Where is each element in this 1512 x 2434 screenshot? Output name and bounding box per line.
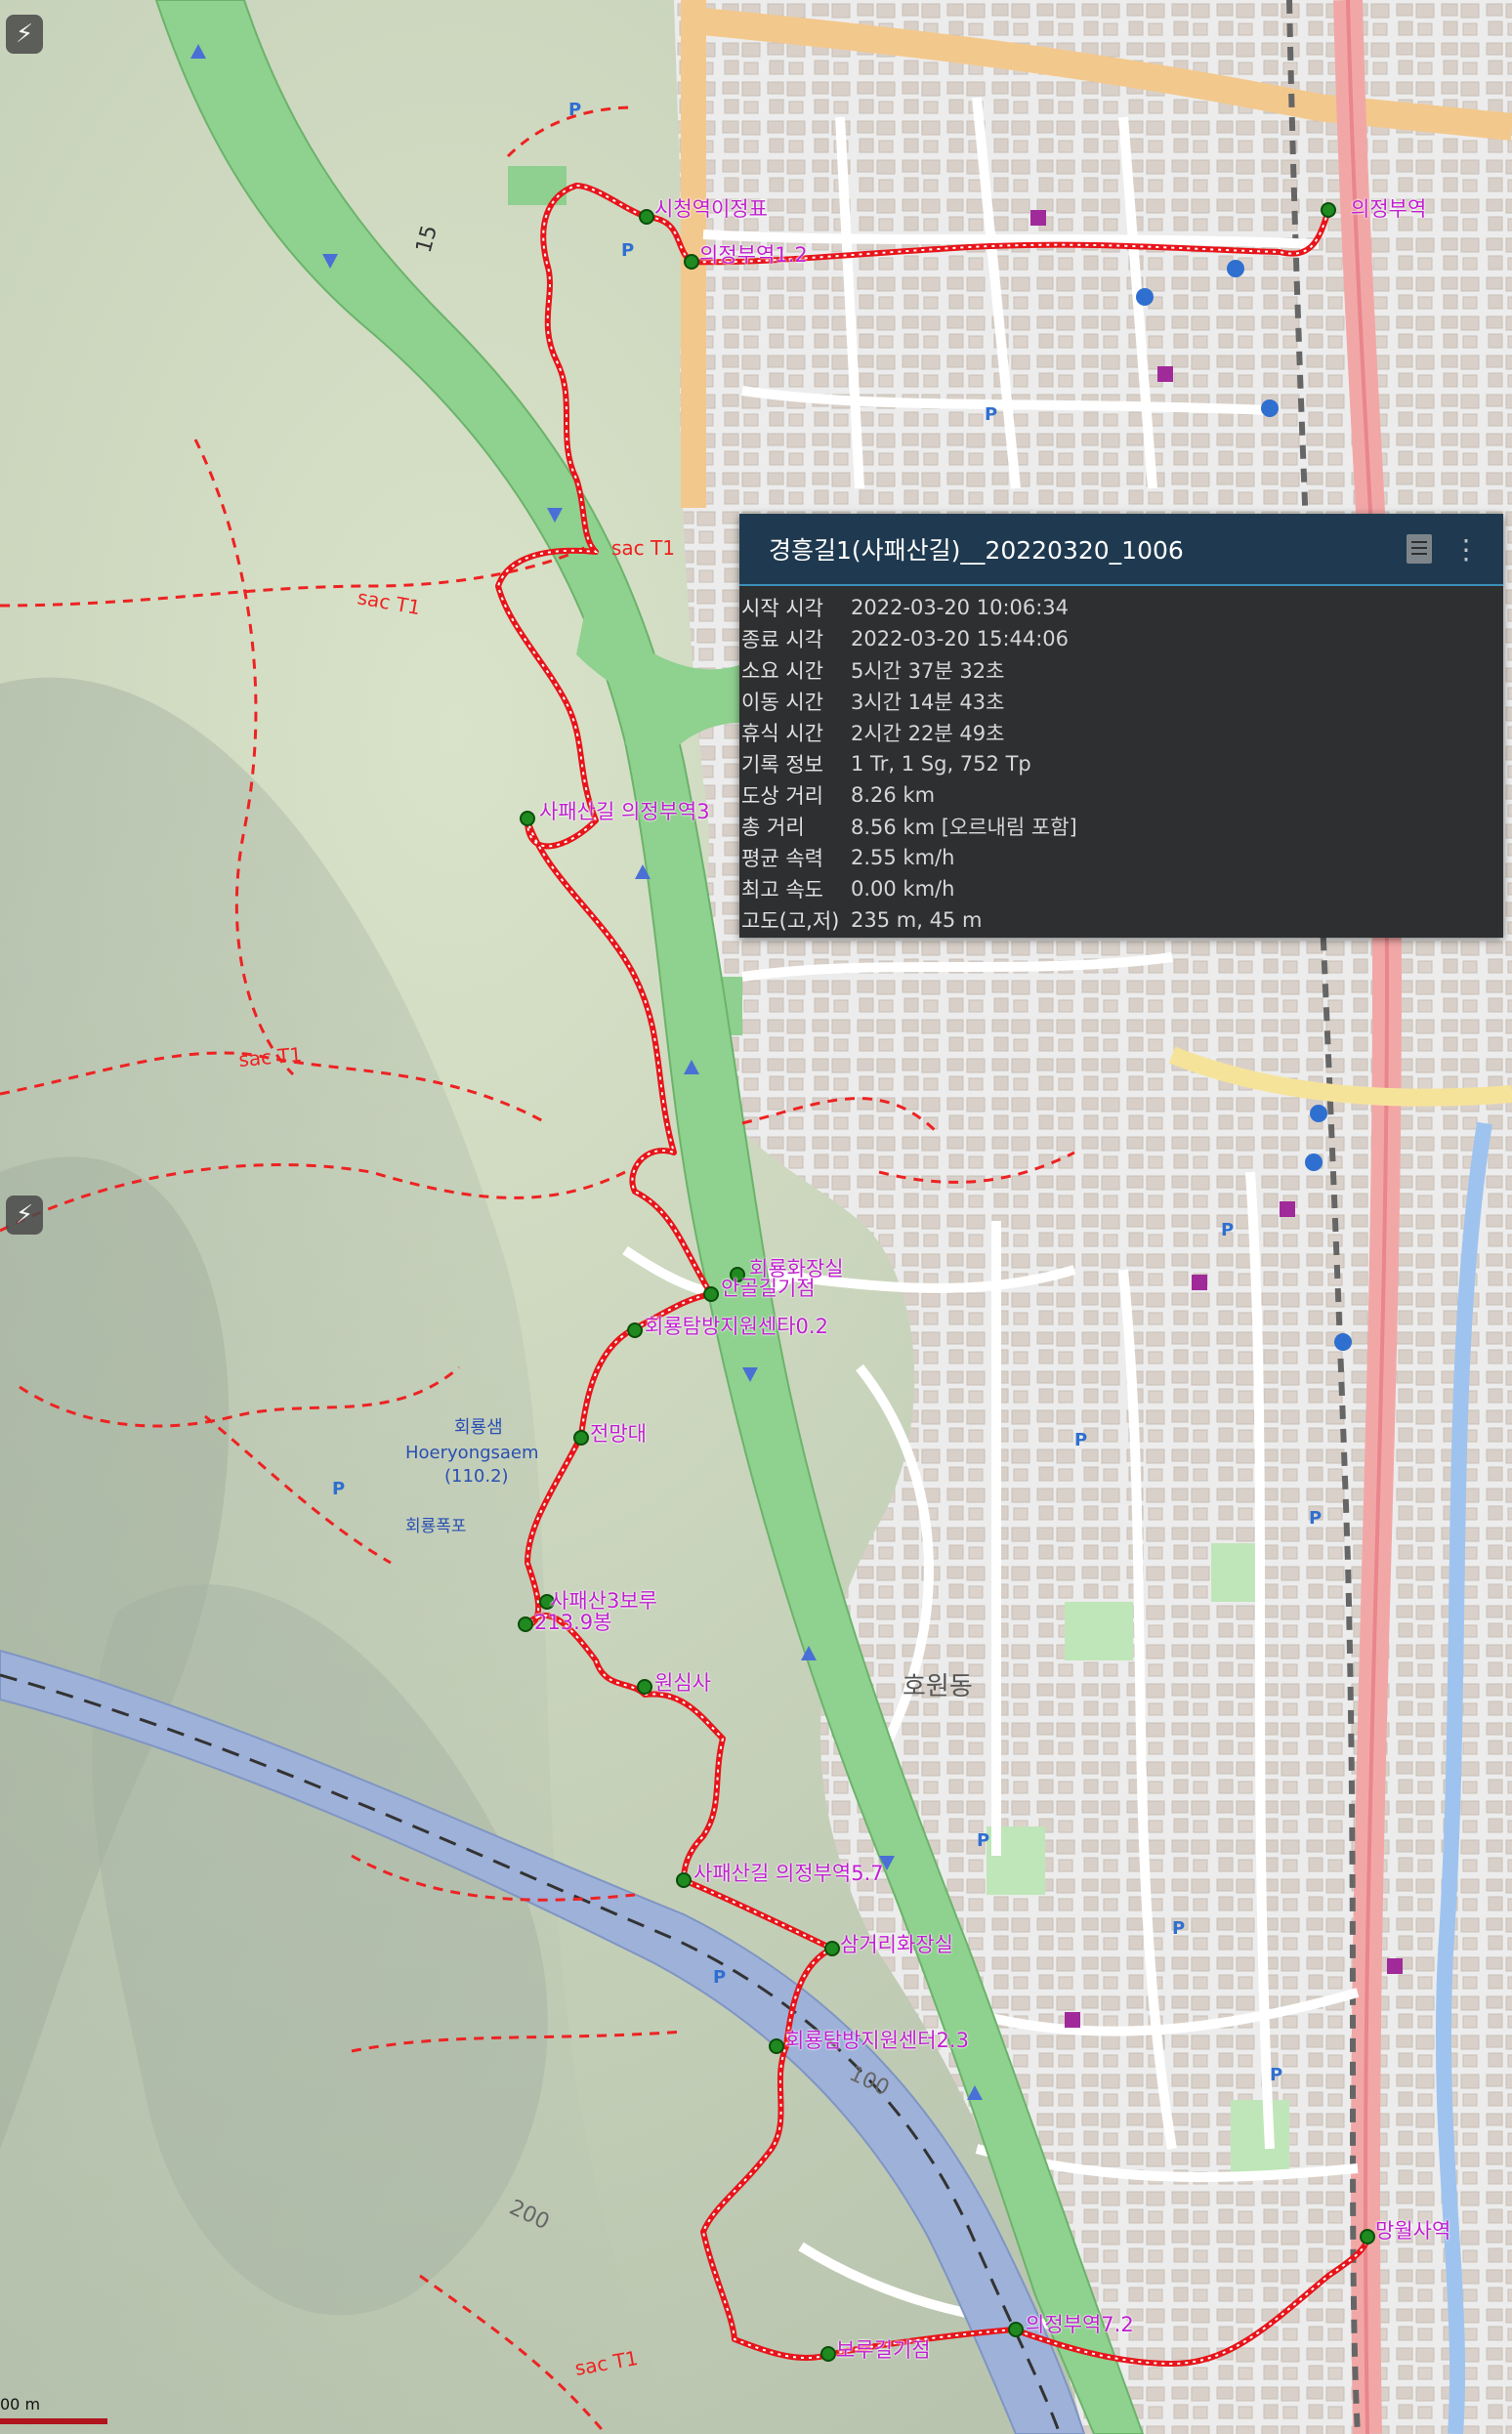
scale-label: 00 m (0, 2395, 41, 2413)
svg-text:P: P (977, 1830, 989, 1851)
waypoint-label: 회룡탐방지원센터2.3 (785, 2029, 969, 2052)
info-value: 8.26 km (851, 783, 936, 807)
svg-text:P: P (1074, 1430, 1087, 1450)
svg-text:P: P (1221, 1220, 1234, 1240)
waypoint-marker[interactable] (627, 1322, 643, 1338)
info-value: 235 m, 45 m (851, 908, 983, 932)
waypoint-label: 사패산길 의정부역3 (539, 800, 710, 823)
info-label: 시작 시각 (741, 597, 823, 620)
map-canvas[interactable]: 100 200 sac T1 sac T1 sac T1 sac T1 15 회… (0, 0, 1512, 2434)
info-row: 총 거리 8.56 km [오르내림 포함] (739, 811, 1503, 842)
waypoint-marker[interactable] (676, 1872, 692, 1888)
info-row: 휴식 시간 2시간 22분 49초 (739, 717, 1503, 748)
info-value: 0.00 km/h (851, 877, 955, 901)
park (1231, 2100, 1289, 2178)
info-label: 기록 정보 (741, 753, 823, 776)
info-label: 총 거리 (741, 816, 805, 839)
info-value: 2.55 km/h (851, 846, 955, 869)
info-value: 5시간 37분 32초 (851, 659, 1005, 683)
gps-button-mid[interactable]: ⚡ (6, 1196, 43, 1235)
info-row: 종료 시각 2022-03-20 15:44:06 (739, 623, 1503, 654)
scale-bar (0, 2418, 107, 2424)
waypoint-label: 213.9봉 (534, 1611, 612, 1634)
waypoint-label: 사패산길 의정부역5.7 (693, 1862, 884, 1885)
info-label: 평균 속력 (741, 847, 823, 870)
svg-text:P: P (621, 240, 634, 261)
waypoint-marker[interactable] (637, 1679, 652, 1695)
urban-area-2 (977, 938, 1512, 1524)
track-info-header: 경흥길1(사패산길)__20220320_1006 ⋮ (739, 514, 1503, 586)
info-value: 2시간 22분 49초 (851, 722, 1005, 745)
waypoint-label: 망월사역 (1375, 2219, 1451, 2243)
waypoint-marker[interactable] (520, 811, 535, 826)
document-icon (1407, 534, 1432, 564)
waypoint-marker[interactable] (684, 254, 699, 270)
waypoint-label: 시청역이정표 (654, 197, 768, 221)
svg-text:P: P (1172, 1918, 1185, 1939)
track-info-panel: 경흥길1(사패산길)__20220320_1006 ⋮ 시작 시각 2022-03… (739, 514, 1503, 938)
waypoint-marker[interactable] (1360, 2229, 1375, 2245)
waypoint-label: 삼거리화장실 (840, 1933, 953, 1956)
svg-text:P: P (568, 100, 581, 120)
track-title: 경흥길1(사패산길)__20220320_1006 (769, 536, 1184, 565)
waypoint-marker[interactable] (639, 209, 654, 225)
gps-icon: ⚡ (15, 1200, 34, 1230)
waypoint-label: 전망대 (590, 1422, 647, 1446)
info-label: 휴식 시간 (741, 722, 823, 745)
waypoint-marker[interactable] (820, 2346, 836, 2362)
waypoint-marker[interactable] (518, 1616, 533, 1632)
info-value: 8.56 km [오르내림 포함] (851, 816, 1077, 839)
document-button[interactable] (1400, 529, 1439, 568)
svg-text:P: P (713, 1967, 726, 1988)
waypoint-marker[interactable] (769, 2038, 784, 2054)
track-info-rows: 시작 시각 2022-03-20 10:06:34 종료 시각 2022-03-20… (739, 586, 1503, 936)
info-value: 1 Tr, 1 Sg, 752 Tp (851, 752, 1031, 776)
falls-label: 회룡폭포 (405, 1517, 467, 1536)
park (1065, 1602, 1133, 1660)
info-value: 2022-03-20 15:44:06 (851, 627, 1070, 650)
info-label: 도상 거리 (741, 784, 823, 808)
trail-tag: sac T1 (611, 536, 675, 560)
waypoint-marker[interactable] (703, 1286, 719, 1302)
info-row: 최고 속도 0.00 km/h (739, 873, 1503, 904)
info-label: 고도(고,저) (741, 909, 840, 933)
spring-label-kr: 회룡샘 (454, 1417, 503, 1438)
more-vert-icon: ⋮ (1452, 532, 1480, 566)
info-label: 이동 시간 (741, 691, 823, 714)
info-row: 이동 시간 3시간 14분 43초 (739, 686, 1503, 717)
spring-elevation: (110.2) (444, 1466, 509, 1487)
waypoint-marker[interactable] (1321, 202, 1336, 218)
info-row: 시작 시각 2022-03-20 10:06:34 (739, 592, 1503, 623)
waypoint-label: 의정부역 (1351, 197, 1427, 221)
waypoint-marker[interactable] (1008, 2322, 1024, 2337)
waypoint-label: 안골길기점 (721, 1277, 816, 1300)
info-value: 3시간 14분 43초 (851, 691, 1005, 714)
waypoint-label: 의정부역7.2 (1026, 2313, 1134, 2336)
info-row: 도상 거리 8.26 km (739, 779, 1503, 811)
waypoint-label: 의정부역1.2 (699, 243, 808, 267)
svg-text:P: P (332, 1479, 345, 1499)
info-label: 최고 속도 (741, 878, 823, 902)
waypoint-label: 회룡탐방지원센타0.2 (645, 1315, 828, 1338)
svg-text:P: P (985, 404, 997, 425)
gps-icon: ⚡ (15, 20, 34, 49)
info-label: 소요 시간 (741, 659, 823, 683)
info-value: 2022-03-20 10:06:34 (851, 596, 1070, 619)
svg-text:P: P (1309, 1508, 1322, 1529)
waypoint-marker[interactable] (824, 1941, 840, 1956)
svg-text:P: P (1270, 2065, 1282, 2085)
info-row: 기록 정보 1 Tr, 1 Sg, 752 Tp (739, 748, 1503, 779)
info-label: 종료 시각 (741, 628, 823, 651)
info-row: 평균 속력 2.55 km/h (739, 842, 1503, 873)
waypoint-label: 원심사 (654, 1671, 711, 1695)
district-label: 호원동 (903, 1672, 973, 1701)
gps-button-top[interactable]: ⚡ (6, 15, 43, 54)
info-row: 고도(고,저) 235 m, 45 m (739, 904, 1503, 936)
info-row: 소요 시간 5시간 37분 32초 (739, 654, 1503, 686)
waypoint-label: 보루길기점 (836, 2338, 931, 2362)
more-options-button[interactable]: ⋮ (1447, 529, 1486, 568)
waypoint-marker[interactable] (573, 1430, 589, 1446)
park (1211, 1543, 1260, 1602)
spring-label: Hoeryongsaem (405, 1443, 539, 1463)
